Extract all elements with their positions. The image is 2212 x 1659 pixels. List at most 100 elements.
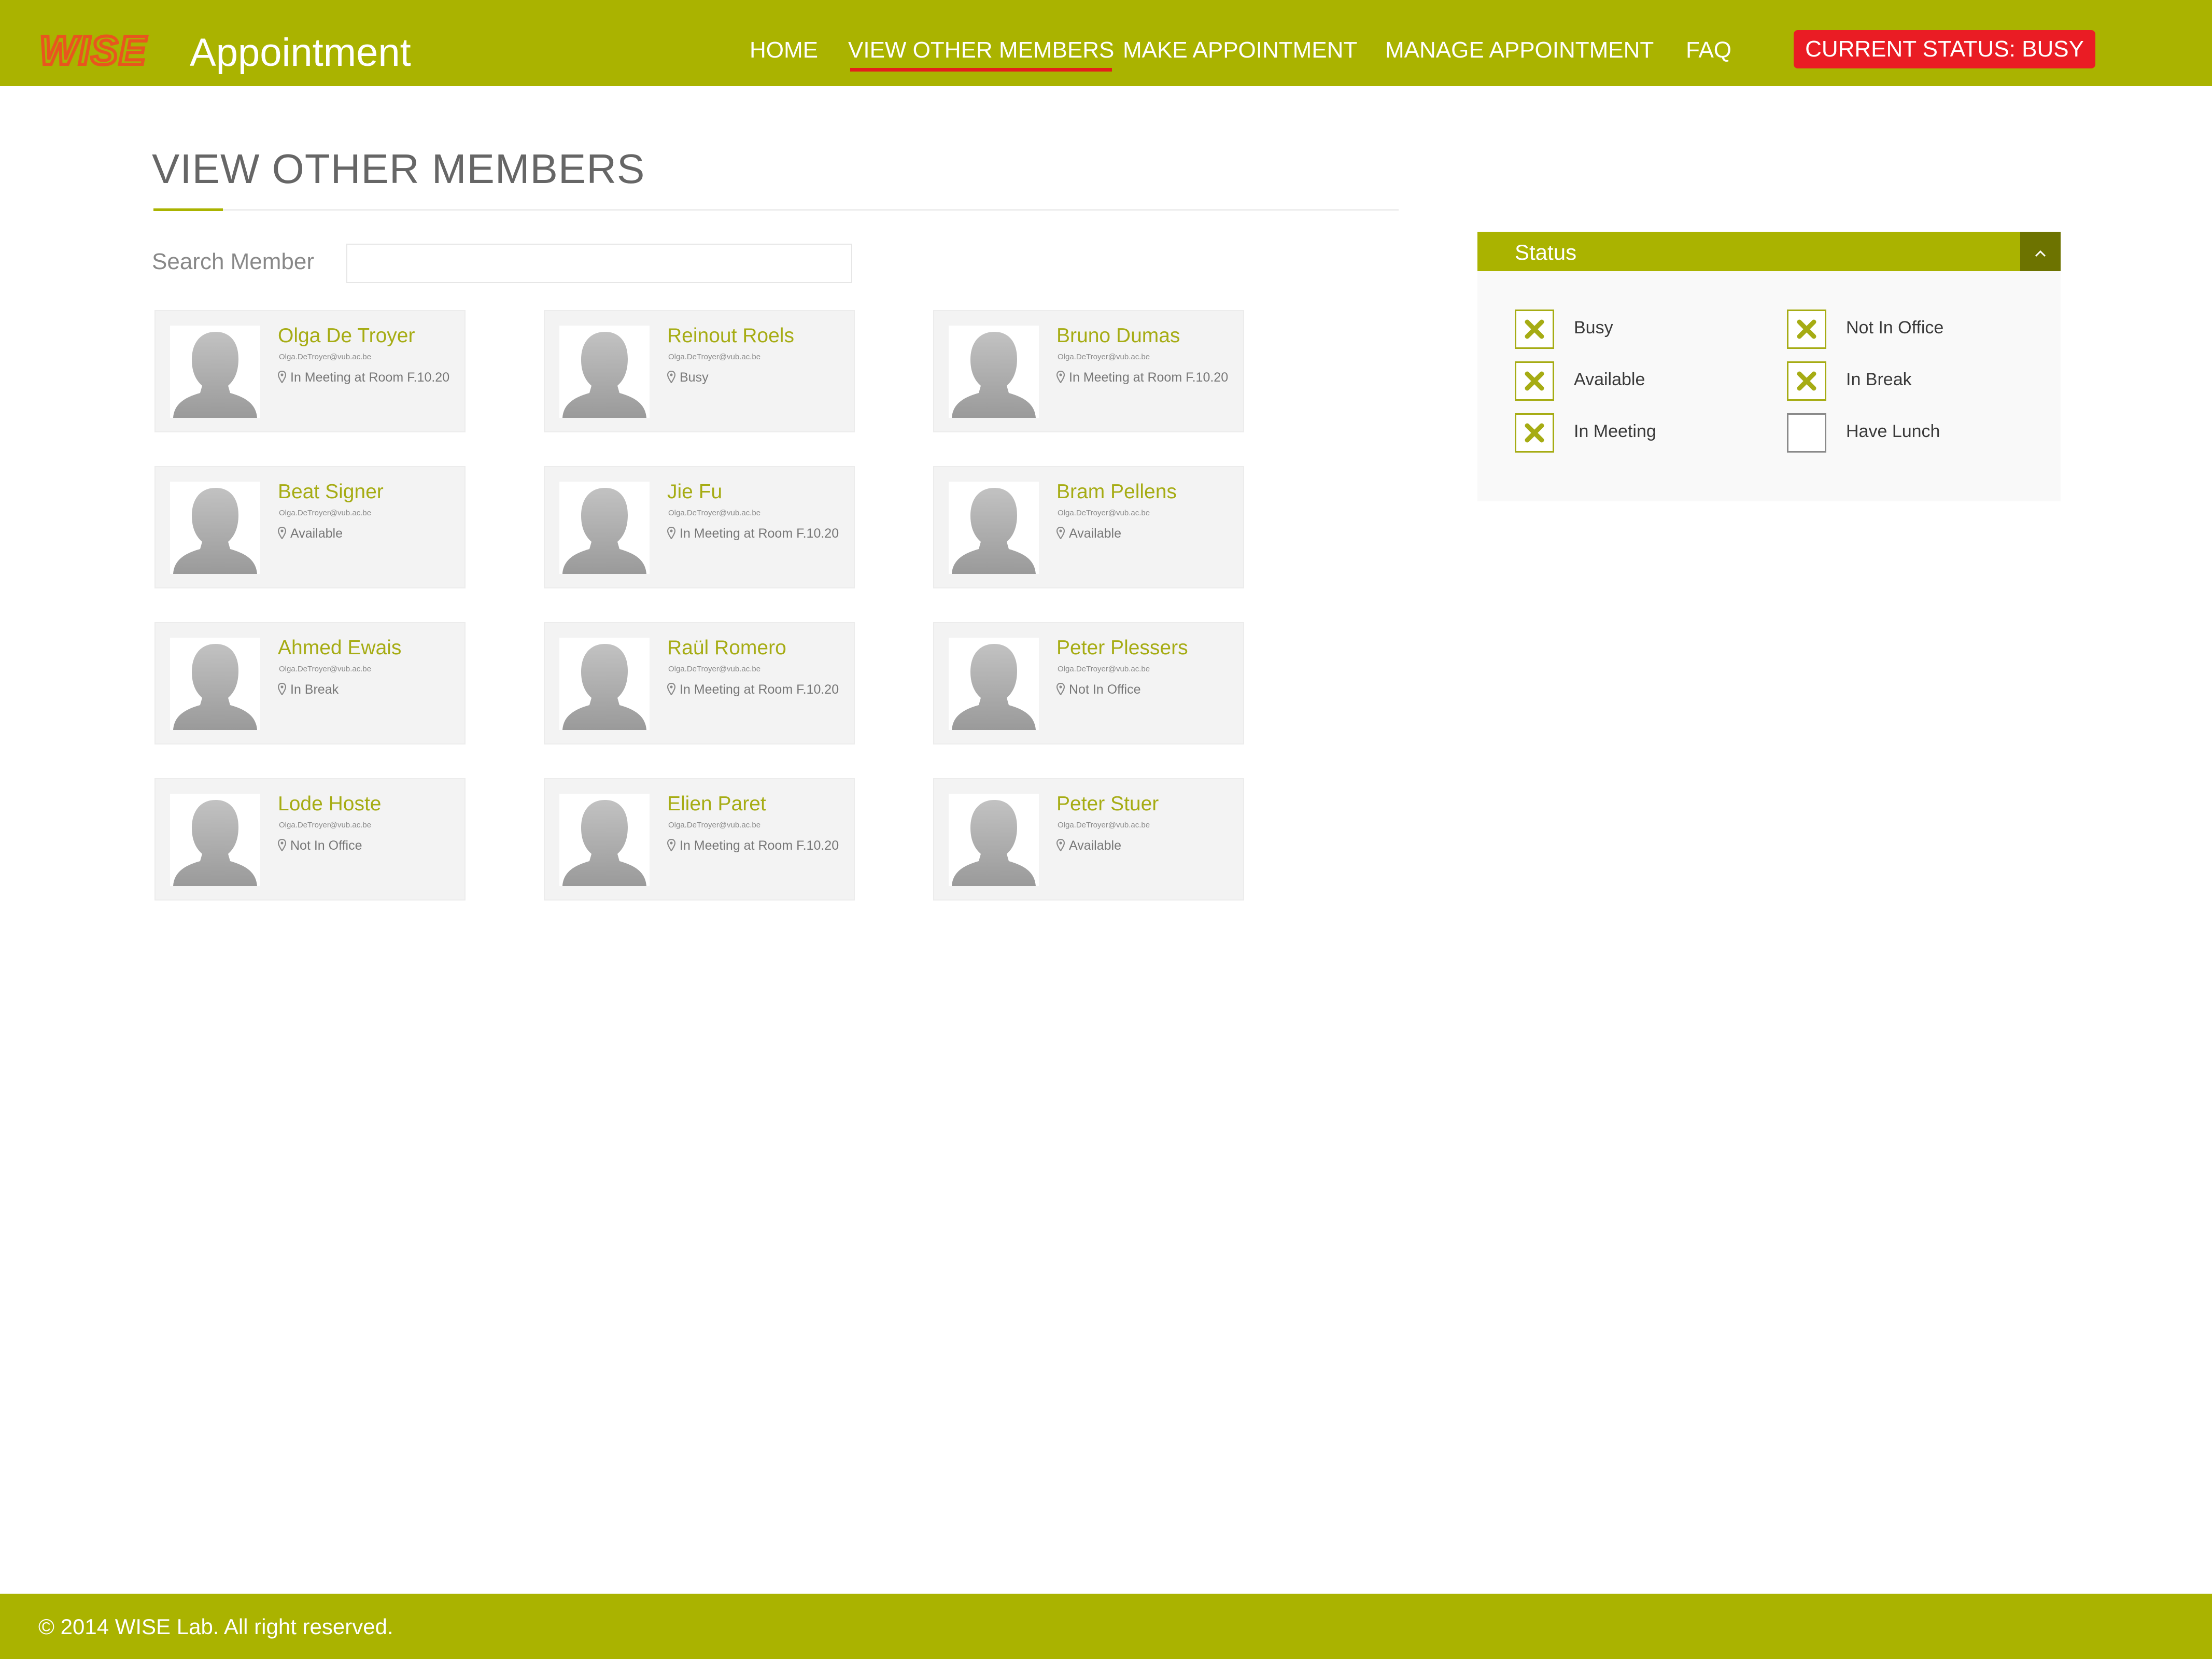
avatar	[559, 794, 650, 886]
member-status-text: Busy	[680, 370, 709, 385]
member-name[interactable]: Lode Hoste	[278, 793, 381, 816]
member-email: Olga.DeTroyer@vub.ac.be	[279, 353, 372, 361]
filter-not-in-office[interactable]: Not In Office	[1787, 310, 2025, 349]
avatar-placeholder-icon	[562, 800, 646, 886]
avatar-placeholder-icon	[173, 488, 257, 574]
location-pin-icon	[667, 839, 675, 851]
member-card[interactable]: Peter Plessers Olga.DeTroyer@vub.ac.be Not…	[933, 622, 1244, 744]
member-status: Available	[278, 526, 343, 541]
member-status-text: In Break	[290, 682, 339, 697]
member-card[interactable]: Lode Hoste Olga.DeTroyer@vub.ac.be Not In …	[154, 778, 466, 901]
filter-label: Not In Office	[1846, 318, 1944, 338]
avatar-placeholder-icon	[952, 332, 1036, 418]
avatar	[949, 482, 1039, 574]
member-status: Not In Office	[1056, 682, 1141, 697]
search-member-input[interactable]	[346, 244, 852, 283]
member-name[interactable]: Beat Signer	[278, 481, 384, 503]
filter-busy[interactable]: Busy	[1515, 310, 1732, 349]
member-name[interactable]: Olga De Troyer	[278, 325, 415, 347]
nav-view-other-members[interactable]: VIEW OTHER MEMBERS	[848, 36, 1114, 72]
member-name[interactable]: Reinout Roels	[667, 325, 794, 347]
member-status-text: In Meeting at Room F.10.20	[680, 682, 839, 697]
filter-available[interactable]: Available	[1515, 361, 1732, 401]
title-accent-bar	[153, 208, 223, 211]
member-name[interactable]: Elien Paret	[667, 793, 766, 816]
location-pin-icon	[1056, 371, 1065, 383]
filter-in-meeting[interactable]: In Meeting	[1515, 413, 1732, 453]
filter-label: Busy	[1574, 318, 1613, 338]
nav-home[interactable]: HOME	[750, 36, 818, 64]
filter-have-lunch[interactable]: Have Lunch	[1787, 413, 2025, 453]
checkbox[interactable]	[1787, 310, 1826, 349]
member-email: Olga.DeTroyer@vub.ac.be	[279, 509, 372, 517]
member-status: Available	[1056, 526, 1121, 541]
check-x-icon	[1525, 423, 1544, 443]
avatar	[170, 794, 260, 886]
member-card[interactable]: Peter Stuer Olga.DeTroyer@vub.ac.be Availa…	[933, 778, 1244, 901]
member-status-text: Available	[290, 526, 343, 541]
member-card[interactable]: Beat Signer Olga.DeTroyer@vub.ac.be Availa…	[154, 466, 466, 588]
member-status-text: In Meeting at Room F.10.20	[680, 526, 839, 541]
member-card[interactable]: Bram Pellens Olga.DeTroyer@vub.ac.be Avail…	[933, 466, 1244, 588]
member-name[interactable]: Bram Pellens	[1056, 481, 1177, 503]
svg-text:WISE: WISE	[39, 31, 147, 71]
avatar-placeholder-icon	[562, 488, 646, 574]
member-name[interactable]: Bruno Dumas	[1056, 325, 1180, 347]
checkbox[interactable]	[1515, 361, 1554, 401]
location-pin-icon	[278, 371, 286, 383]
member-email: Olga.DeTroyer@vub.ac.be	[279, 665, 372, 673]
member-name[interactable]: Ahmed Ewais	[278, 637, 401, 659]
avatar	[170, 326, 260, 418]
nav-manage-appointment[interactable]: MANAGE APPOINTMENT	[1385, 36, 1654, 64]
member-email: Olga.DeTroyer@vub.ac.be	[1058, 821, 1150, 830]
filter-label: Have Lunch	[1846, 421, 1940, 441]
member-card[interactable]: Raül Romero Olga.DeTroyer@vub.ac.be In Mee…	[544, 622, 855, 744]
filter-label: In Break	[1846, 370, 1912, 389]
wise-logo[interactable]: WISE	[38, 31, 173, 71]
member-name[interactable]: Jie Fu	[667, 481, 722, 503]
check-x-icon	[1797, 371, 1816, 391]
nav-faq[interactable]: FAQ	[1686, 36, 1731, 64]
avatar-placeholder-icon	[173, 644, 257, 730]
copyright-text: © 2014 WISE Lab. All right reserved.	[38, 1614, 393, 1639]
member-card[interactable]: Bruno Dumas Olga.DeTroyer@vub.ac.be In Mee…	[933, 310, 1244, 432]
checkbox[interactable]	[1787, 361, 1826, 401]
avatar	[559, 326, 650, 418]
member-status: In Meeting at Room F.10.20	[1056, 370, 1228, 385]
nav-make-appointment[interactable]: MAKE APPOINTMENT	[1123, 36, 1357, 64]
member-status-text: In Meeting at Room F.10.20	[290, 370, 450, 385]
member-name[interactable]: Raül Romero	[667, 637, 786, 659]
filter-label: Available	[1574, 370, 1645, 389]
member-email: Olga.DeTroyer@vub.ac.be	[668, 665, 761, 673]
avatar-placeholder-icon	[562, 644, 646, 730]
member-status: In Meeting at Room F.10.20	[278, 370, 449, 385]
avatar-placeholder-icon	[173, 800, 257, 886]
check-x-icon	[1525, 319, 1544, 339]
member-name[interactable]: Peter Stuer	[1056, 793, 1159, 816]
footer: © 2014 WISE Lab. All right reserved.	[0, 1594, 2212, 1659]
member-email: Olga.DeTroyer@vub.ac.be	[668, 821, 761, 830]
checkbox[interactable]	[1787, 413, 1826, 453]
location-pin-icon	[278, 683, 286, 695]
checkbox[interactable]	[1515, 310, 1554, 349]
chevron-up-icon[interactable]	[2020, 232, 2061, 271]
filter-in-break[interactable]: In Break	[1787, 361, 2025, 401]
member-status-text: In Meeting at Room F.10.20	[680, 838, 839, 853]
member-status: In Meeting at Room F.10.20	[667, 526, 839, 541]
avatar	[949, 638, 1039, 730]
member-card[interactable]: Olga De Troyer Olga.DeTroyer@vub.ac.be In …	[154, 310, 466, 432]
member-card[interactable]: Jie Fu Olga.DeTroyer@vub.ac.be In Meeting …	[544, 466, 855, 588]
member-name[interactable]: Peter Plessers	[1056, 637, 1188, 659]
search-member-label: Search Member	[152, 249, 315, 274]
avatar	[949, 794, 1039, 886]
member-card[interactable]: Reinout Roels Olga.DeTroyer@vub.ac.be Busy	[544, 310, 855, 432]
status-panel-header: Status	[1477, 232, 2061, 271]
member-card[interactable]: Ahmed Ewais Olga.DeTroyer@vub.ac.be In Bre…	[154, 622, 466, 744]
member-card[interactable]: Elien Paret Olga.DeTroyer@vub.ac.be In Mee…	[544, 778, 855, 901]
current-status-button[interactable]: CURRENT STATUS: BUSY	[1794, 30, 2095, 68]
member-status-text: Not In Office	[1069, 682, 1141, 697]
location-pin-icon	[1056, 527, 1065, 539]
member-status: In Meeting at Room F.10.20	[667, 682, 839, 697]
checkbox[interactable]	[1515, 413, 1554, 453]
member-status: Available	[1056, 838, 1121, 853]
